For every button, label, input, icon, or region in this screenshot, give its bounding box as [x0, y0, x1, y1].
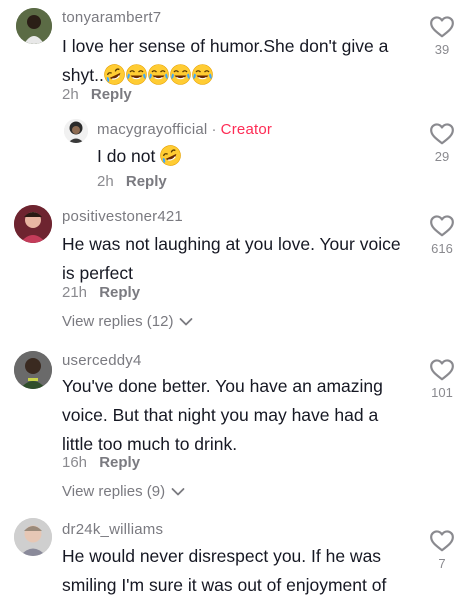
comment-username[interactable]: dr24k_williams — [62, 521, 163, 538]
heart-outline-icon — [430, 16, 454, 38]
reply-button[interactable]: Reply — [99, 454, 140, 471]
like-button[interactable]: 101 — [422, 357, 462, 400]
rofl-emoji-icon — [160, 145, 182, 166]
like-button[interactable]: 616 — [422, 213, 462, 256]
comment-username[interactable]: tonyarambert7 — [62, 9, 161, 26]
comment-text-line: smiling I'm sure it was out of enjoyment… — [62, 575, 387, 595]
comment-username[interactable]: userceddy4 — [62, 352, 142, 369]
view-replies-button[interactable]: View replies (12) — [62, 313, 193, 330]
reply-button[interactable]: Reply — [126, 173, 167, 190]
like-button[interactable]: 7 — [422, 528, 462, 571]
comment-meta: 21h Reply — [62, 284, 140, 301]
comment-text-line: He would never disrespect you. If he was — [62, 546, 382, 566]
view-replies-label: View replies (9) — [62, 483, 166, 500]
comment-text-line: I love her sense of humor.She don't give… — [62, 36, 389, 56]
avatar[interactable] — [14, 205, 52, 243]
heart-outline-icon — [430, 530, 454, 552]
creator-badge: Creator — [220, 121, 273, 138]
like-button[interactable]: 39 — [422, 14, 462, 57]
reply-button[interactable]: Reply — [91, 86, 132, 103]
reply-button[interactable]: Reply — [99, 284, 140, 301]
like-count: 616 — [431, 241, 453, 256]
comment-text: I do not — [97, 142, 397, 171]
like-count: 101 — [431, 385, 453, 400]
comment-item: dr24k_williams He would never disrespect… — [0, 512, 471, 600]
comment-text-fragment: shyt.. — [62, 65, 104, 85]
comment-text: He would never disrespect you. If he was… — [62, 542, 417, 600]
comment-text: I love her sense of humor.She don't give… — [62, 32, 402, 90]
avatar[interactable] — [14, 518, 52, 556]
avatar[interactable] — [64, 119, 88, 143]
avatar[interactable] — [14, 351, 52, 389]
comment-username-row: macygrayofficial · Creator — [97, 121, 272, 138]
chevron-down-icon — [171, 487, 185, 495]
comment-time: 21h — [62, 284, 88, 301]
comment-meta: 16h Reply — [62, 454, 140, 471]
comment-text-fragment: I do not — [97, 146, 156, 166]
joy-emoji-icon — [191, 64, 213, 85]
comment-item: positivestoner421 He was not laughing at… — [0, 197, 471, 347]
comment-text-line: voice. But that night you may have had a — [62, 405, 379, 425]
comment-time: 16h — [62, 454, 88, 471]
heart-outline-icon — [430, 123, 454, 145]
view-replies-label: View replies (12) — [62, 313, 174, 330]
like-count: 7 — [438, 556, 446, 571]
heart-outline-icon — [430, 215, 454, 237]
like-button[interactable]: 29 — [422, 121, 462, 164]
reply-item: macygrayofficial · Creator I do not 2h Rep… — [0, 115, 471, 197]
rofl-emoji-icon — [103, 64, 125, 85]
comment-username[interactable]: macygrayofficial — [97, 121, 207, 138]
comment-meta: 2h Reply — [97, 173, 167, 190]
avatar[interactable] — [16, 8, 52, 44]
view-replies-button[interactable]: View replies (9) — [62, 483, 185, 500]
joy-emoji-icon — [169, 64, 191, 85]
heart-outline-icon — [430, 359, 454, 381]
comment-meta: 2h Reply — [62, 86, 132, 103]
like-count: 29 — [434, 149, 450, 164]
comment-time: 2h — [62, 86, 79, 103]
comment-text-line: You've done better. You have an amazing — [62, 376, 383, 396]
like-count: 39 — [434, 42, 450, 57]
comment-item: tonyarambert7 I love her sense of humor.… — [0, 0, 471, 115]
comment-username[interactable]: positivestoner421 — [62, 208, 183, 225]
comment-text: You've done better. You have an amazing … — [62, 372, 407, 459]
joy-emoji-icon — [125, 64, 147, 85]
joy-emoji-icon — [147, 64, 169, 85]
separator-dot: · — [211, 121, 217, 138]
comment-text-line: He was not laughing at you love. Your vo… — [62, 234, 401, 254]
comment-time: 2h — [97, 173, 114, 190]
chevron-down-icon — [180, 317, 193, 325]
comment-item: userceddy4 You've done better. You have … — [0, 347, 471, 512]
comment-text: He was not laughing at you love. Your vo… — [62, 230, 407, 288]
